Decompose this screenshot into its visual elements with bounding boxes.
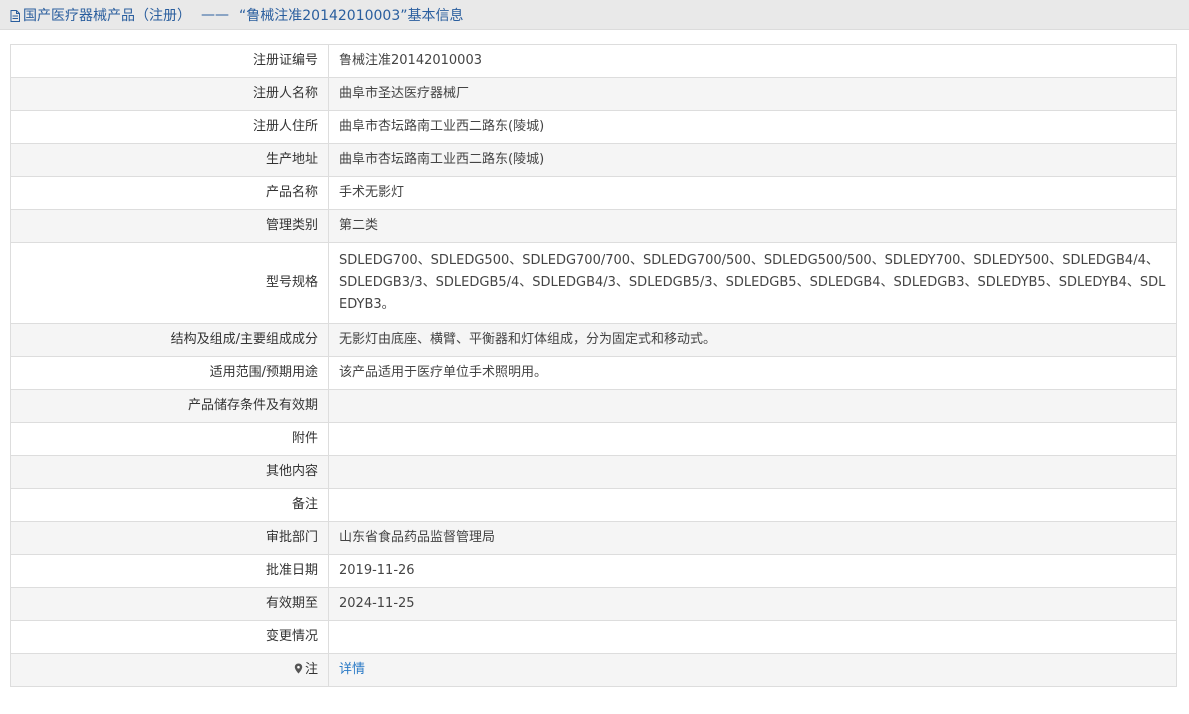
table-row: 变更情况 — [10, 620, 1177, 654]
record-title: “鲁械注准20142010003”基本信息 — [239, 7, 464, 24]
row-label: 注册人名称 — [10, 77, 329, 111]
row-value: 第二类 — [328, 209, 1177, 243]
row-label: 注册证编号 — [10, 44, 329, 78]
table-row: 有效期至 2024-11-25 — [10, 587, 1177, 621]
table-row: 附件 — [10, 422, 1177, 456]
row-label: 审批部门 — [10, 521, 329, 555]
row-label: 变更情况 — [10, 620, 329, 654]
table-row: 生产地址 曲阜市杏坛路南工业西二路东(陵城) — [10, 143, 1177, 177]
row-value: 山东省食品药品监督管理局 — [328, 521, 1177, 555]
note-row: 注 详情 — [10, 653, 1177, 687]
table-row: 审批部门 山东省食品药品监督管理局 — [10, 521, 1177, 555]
note-value-cell: 详情 — [328, 653, 1177, 687]
row-value — [328, 455, 1177, 489]
document-icon — [10, 9, 20, 22]
row-label: 注册人住所 — [10, 110, 329, 144]
table-row: 备注 — [10, 488, 1177, 522]
table-row: 产品储存条件及有效期 — [10, 389, 1177, 423]
row-value: 该产品适用于医疗单位手术照明用。 — [328, 356, 1177, 390]
info-table-container: 注册证编号 鲁械注准20142010003 注册人名称 曲阜市圣达医疗器械厂 注… — [10, 44, 1177, 687]
table-row: 批准日期 2019-11-26 — [10, 554, 1177, 588]
row-value: 2019-11-26 — [328, 554, 1177, 588]
row-value: 曲阜市杏坛路南工业西二路东(陵城) — [328, 110, 1177, 144]
row-label: 备注 — [10, 488, 329, 522]
row-value: 曲阜市杏坛路南工业西二路东(陵城) — [328, 143, 1177, 177]
row-label: 适用范围/预期用途 — [10, 356, 329, 390]
details-link[interactable]: 详情 — [339, 662, 365, 677]
note-label: 注 — [304, 662, 318, 677]
row-label: 其他内容 — [10, 455, 329, 489]
info-table: 注册证编号 鲁械注准20142010003 注册人名称 曲阜市圣达医疗器械厂 注… — [10, 44, 1177, 687]
row-value — [328, 620, 1177, 654]
row-label: 型号规格 — [10, 242, 329, 324]
page-category: 国产医疗器械产品（注册） — [23, 7, 191, 24]
row-value: 无影灯由底座、横臂、平衡器和灯体组成，分为固定式和移动式。 — [328, 323, 1177, 357]
row-label: 产品储存条件及有效期 — [10, 389, 329, 423]
table-row: 注册人名称 曲阜市圣达医疗器械厂 — [10, 77, 1177, 111]
table-row: 产品名称 手术无影灯 — [10, 176, 1177, 210]
page-title-bar: 国产医疗器械产品（注册） —— “鲁械注准20142010003”基本信息 — [0, 0, 1189, 30]
row-label: 批准日期 — [10, 554, 329, 588]
row-value: SDLEDG700、SDLEDG500、SDLEDG700/700、SDLEDG… — [328, 242, 1177, 324]
row-value — [328, 389, 1177, 423]
row-value: 手术无影灯 — [328, 176, 1177, 210]
row-value: 鲁械注准20142010003 — [328, 44, 1177, 78]
row-label: 生产地址 — [10, 143, 329, 177]
table-row: 型号规格 SDLEDG700、SDLEDG500、SDLEDG700/700、S… — [10, 242, 1177, 324]
row-label: 结构及组成/主要组成成分 — [10, 323, 329, 357]
row-value: 2024-11-25 — [328, 587, 1177, 621]
table-row: 结构及组成/主要组成成分 无影灯由底座、横臂、平衡器和灯体组成，分为固定式和移动… — [10, 323, 1177, 357]
row-label: 附件 — [10, 422, 329, 456]
table-row: 注册人住所 曲阜市杏坛路南工业西二路东(陵城) — [10, 110, 1177, 144]
note-label-cell: 注 — [10, 653, 329, 687]
row-label: 有效期至 — [10, 587, 329, 621]
row-value — [328, 422, 1177, 456]
row-label: 产品名称 — [10, 176, 329, 210]
title-separator: —— — [201, 6, 229, 23]
table-row: 管理类别 第二类 — [10, 209, 1177, 243]
table-row: 注册证编号 鲁械注准20142010003 — [10, 44, 1177, 78]
row-label: 管理类别 — [10, 209, 329, 243]
table-row: 适用范围/预期用途 该产品适用于医疗单位手术照明用。 — [10, 356, 1177, 390]
row-value: 曲阜市圣达医疗器械厂 — [328, 77, 1177, 111]
row-value — [328, 488, 1177, 522]
table-row: 其他内容 — [10, 455, 1177, 489]
pin-icon — [294, 661, 303, 674]
